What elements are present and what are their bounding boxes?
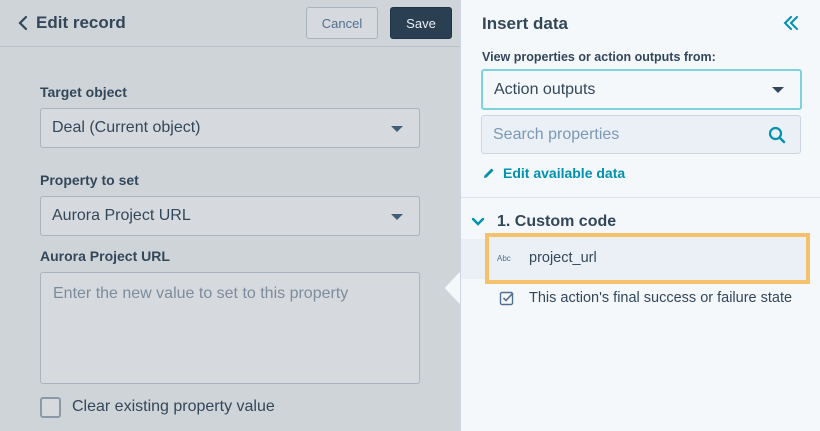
chevron-left-icon[interactable] bbox=[14, 14, 32, 32]
property-value-label: Aurora Project URL bbox=[40, 248, 170, 264]
chevron-down-icon bbox=[391, 214, 403, 220]
search-box bbox=[481, 115, 801, 154]
pencil-icon bbox=[484, 168, 494, 178]
chevron-down-icon bbox=[391, 126, 403, 132]
list-item-project-url[interactable]: Abc project_url bbox=[497, 250, 597, 266]
save-button[interactable]: Save bbox=[390, 7, 452, 39]
clear-value-label: Clear existing property value bbox=[72, 398, 275, 415]
section-title: 1. Custom code bbox=[497, 213, 617, 230]
view-source-label: View properties or action outputs from: bbox=[482, 50, 716, 64]
search-input[interactable] bbox=[482, 116, 742, 153]
target-object-label: Target object bbox=[40, 84, 127, 100]
row-hover-band bbox=[461, 239, 486, 279]
property-to-set-label: Property to set bbox=[40, 172, 139, 188]
edit-available-data-label: Edit available data bbox=[503, 165, 626, 181]
target-object-select[interactable]: Deal (Current object) bbox=[40, 108, 420, 148]
edit-available-data-link[interactable]: Edit available data bbox=[483, 165, 625, 181]
insert-data-panel: Insert data View properties or action ou… bbox=[460, 0, 820, 431]
property-value-textarea[interactable] bbox=[40, 272, 420, 384]
item-label: This action's final success or failure s… bbox=[529, 290, 793, 306]
double-chevron-left-icon[interactable] bbox=[783, 16, 799, 30]
search-icon[interactable] bbox=[768, 126, 786, 144]
clear-value-checkbox[interactable] bbox=[40, 397, 61, 418]
insert-data-title: Insert data bbox=[482, 14, 568, 33]
target-object-value: Deal (Current object) bbox=[52, 119, 201, 136]
edit-record-pane: Edit record Cancel Save Target object De… bbox=[0, 0, 460, 431]
edit-record-header: Edit record Cancel Save bbox=[0, 0, 460, 47]
chevron-down-icon bbox=[772, 87, 784, 93]
property-to-set-value: Aurora Project URL bbox=[52, 207, 191, 224]
list-item-final-state[interactable]: This action's final success or failure s… bbox=[497, 290, 792, 306]
page-title: Edit record bbox=[36, 13, 126, 32]
checkbox-state-icon bbox=[499, 291, 514, 306]
text-type-icon: Abc bbox=[497, 253, 511, 263]
property-to-set-select[interactable]: Aurora Project URL bbox=[40, 196, 420, 236]
cancel-button[interactable]: Cancel bbox=[306, 7, 378, 39]
custom-code-section-header[interactable]: 1. Custom code bbox=[471, 213, 616, 231]
chevron-down-icon bbox=[471, 217, 485, 226]
divider bbox=[461, 197, 820, 198]
data-source-value: Action outputs bbox=[494, 80, 596, 98]
item-label: project_url bbox=[529, 250, 597, 266]
panel-pointer-icon bbox=[443, 270, 461, 306]
data-source-select[interactable]: Action outputs bbox=[481, 69, 802, 110]
